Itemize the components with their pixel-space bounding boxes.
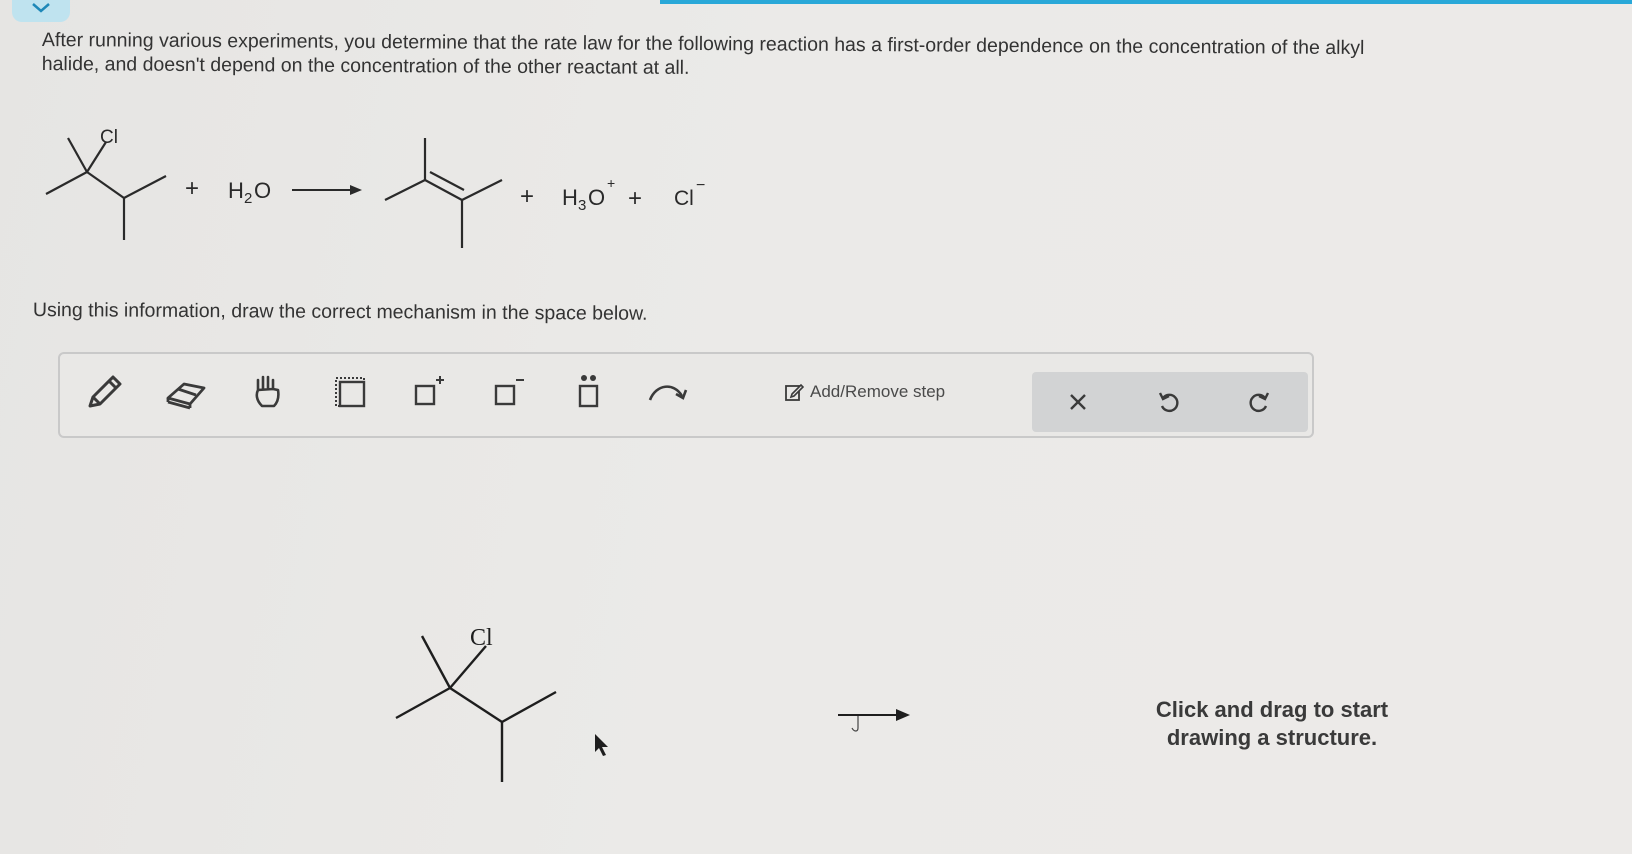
negative-charge-tool[interactable] <box>484 368 532 416</box>
curved-arrow-tool[interactable] <box>644 368 692 416</box>
edit-icon <box>785 383 804 401</box>
reaction-scheme: Cl + H 2 O + H 3 O + + Cl − <box>45 127 705 248</box>
canvas-reaction-arrow[interactable] <box>838 709 910 732</box>
chloride-charge: − <box>696 177 705 194</box>
water-subscript: 2 <box>244 190 252 207</box>
add-remove-step-label: Add/Remove step <box>810 382 946 401</box>
redo-icon <box>1249 392 1270 413</box>
selection-tool[interactable] <box>326 368 374 416</box>
eraser-icon <box>166 382 206 410</box>
chloride-formula: Cl − <box>674 177 705 210</box>
collapse-tab[interactable] <box>12 0 70 22</box>
reactant-cl-label: Cl <box>100 127 118 148</box>
redo-button[interactable] <box>1236 378 1284 426</box>
water-h: H <box>228 178 244 203</box>
hydronium-charge: + <box>607 175 615 191</box>
pencil-tool[interactable] <box>80 368 128 416</box>
hydronium-h: H <box>562 185 578 210</box>
hint-line-2: drawing a structure. <box>1166 725 1378 750</box>
plus-sign-1: + <box>185 175 199 202</box>
canvas-cl-label[interactable]: Cl <box>470 625 493 651</box>
canvas-hint: Click and drag to start drawing a struct… <box>1122 696 1422 752</box>
instruction-text: Using this information, draw the correct… <box>32 299 648 325</box>
eraser-tool[interactable] <box>162 368 210 416</box>
hint-line-1: Click and drag to start <box>1155 697 1389 722</box>
top-accent-bar <box>660 0 1632 4</box>
hydronium-formula: H 3 O + <box>562 175 615 214</box>
curved-arrow-icon <box>648 385 688 401</box>
water-formula: H 2 O <box>228 178 271 207</box>
hydronium-subscript: 3 <box>578 197 586 214</box>
undo-button[interactable] <box>1144 378 1192 426</box>
plus-sign-3: + <box>628 185 642 212</box>
drawing-toolbar: Add/Remove step <box>58 352 1314 438</box>
positive-charge-icon <box>414 376 444 406</box>
clear-icon <box>1070 394 1086 410</box>
lone-pair-tool[interactable] <box>564 368 612 416</box>
question-text: After running various experiments, you d… <box>42 28 1602 86</box>
mouse-cursor-icon <box>595 734 608 756</box>
alkene-product-structure <box>384 138 503 248</box>
drawing-canvas[interactable]: Cl <box>58 450 1558 840</box>
hand-tool[interactable] <box>244 368 292 416</box>
lone-pair-icon <box>578 375 599 408</box>
chloride-cl: Cl <box>674 187 694 210</box>
plus-sign-2: + <box>520 183 534 210</box>
negative-charge-icon <box>494 379 524 406</box>
positive-charge-tool[interactable] <box>404 368 452 416</box>
add-remove-step-button[interactable]: Add/Remove step <box>784 382 945 402</box>
clear-button[interactable] <box>1054 378 1102 426</box>
pencil-icon <box>88 375 122 408</box>
reactant-structure <box>45 137 167 240</box>
water-o: O <box>254 178 271 203</box>
canvas-molecule[interactable] <box>395 635 557 782</box>
selection-icon <box>335 377 366 408</box>
undo-icon <box>1158 392 1179 413</box>
action-buttons-group <box>1032 372 1308 432</box>
reaction-arrow <box>292 185 362 195</box>
chevron-down-icon <box>32 3 50 13</box>
hand-icon <box>255 375 280 408</box>
hydronium-o: O <box>588 185 605 210</box>
